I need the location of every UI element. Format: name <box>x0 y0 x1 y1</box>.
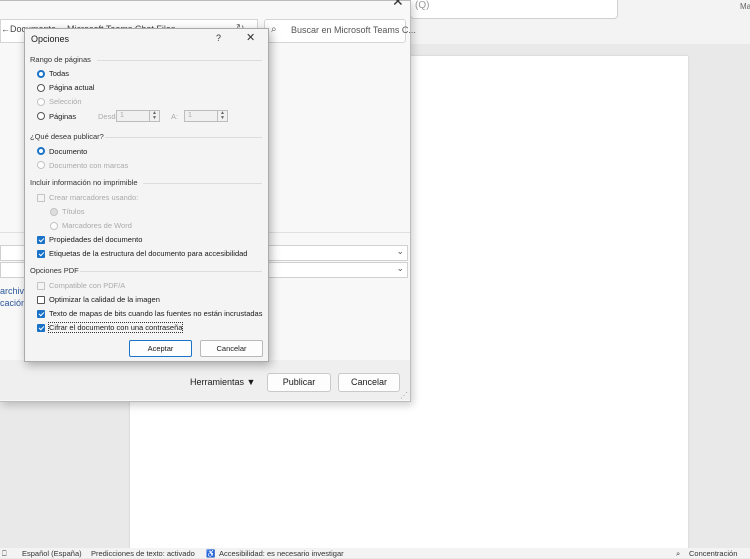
status-focus[interactable]: Concentración <box>689 549 737 558</box>
chevron-down-icon: ⌄ <box>396 263 404 273</box>
word-search-box[interactable]: (Q) <box>410 0 618 19</box>
accessibility-icon: ♿ <box>206 549 216 558</box>
label-optimize-images: Optimizar la calidad de la imagen <box>49 295 160 304</box>
options-dialog: Opciones ? ✕ Rango de páginas Todas Pági… <box>24 28 269 362</box>
checkbox-pdfa[interactable] <box>37 282 45 290</box>
radio-current-page[interactable] <box>37 84 45 92</box>
to-page-stepper[interactable]: 1 ▲ ▼ <box>184 110 228 122</box>
chevron-left-icon: ← <box>1 24 10 34</box>
radio-selection[interactable] <box>37 98 45 106</box>
checkbox-bitmap-text[interactable] <box>37 310 45 318</box>
close-icon[interactable]: ✕ <box>246 31 255 44</box>
side-link-2[interactable]: cación <box>0 298 26 308</box>
radio-document-markup[interactable] <box>37 161 45 169</box>
stepper-arrows-icon[interactable]: ▲ ▼ <box>217 111 227 121</box>
dialog-title: Opciones <box>31 34 70 44</box>
help-icon[interactable]: ? <box>216 33 221 43</box>
label-structure-tags: Etiquetas de la estructura del documento… <box>49 249 248 258</box>
publish-button[interactable]: Publicar <box>267 373 331 392</box>
status-text-predictions[interactable]: Predicciones de texto: activado <box>91 549 195 558</box>
section-page-range: Rango de páginas <box>30 55 91 64</box>
radio-headings[interactable] <box>50 208 58 216</box>
checkbox-encrypt[interactable] <box>37 324 45 332</box>
label-pages: Páginas <box>49 112 77 121</box>
label-encrypt: Cifrar el documento con una contraseña <box>47 322 184 333</box>
checkbox-optimize-images[interactable] <box>37 296 45 304</box>
label-headings: Títulos <box>62 207 85 216</box>
label-all-pages: Todas <box>49 69 70 78</box>
section-pdf-options: Opciones PDF <box>30 266 79 275</box>
close-icon[interactable]: ✕ <box>392 0 404 10</box>
tools-menu[interactable]: Herramientas ▼ <box>190 377 255 387</box>
label-doc-properties: Propiedades del documento <box>49 235 143 244</box>
divider <box>105 137 262 138</box>
status-accessibility[interactable]: Accesibilidad: es necesario investigar <box>219 549 344 558</box>
radio-word-bookmarks[interactable] <box>50 222 58 230</box>
label-to: A: <box>171 112 179 121</box>
search-icon: ⌕ <box>271 24 277 35</box>
section-publish-what: ¿Qué desea publicar? <box>30 132 104 141</box>
checkbox-structure-tags[interactable] <box>37 250 45 258</box>
label-selection: Selección <box>49 97 82 106</box>
divider <box>97 60 262 61</box>
checkbox-doc-properties[interactable] <box>37 236 45 244</box>
options-cancel-button[interactable]: Cancelar <box>200 340 263 357</box>
section-nonprint-info: Incluir información no imprimible <box>30 178 138 187</box>
label-document: Documento <box>49 147 88 156</box>
status-bar: ⎕ Español (España) Predicciones de texto… <box>0 548 750 558</box>
from-page-stepper[interactable]: 1 ▲ ▼ <box>116 110 160 122</box>
divider <box>143 183 262 184</box>
label-current-page: Página actual <box>49 83 95 92</box>
accept-button[interactable]: Aceptar <box>129 340 192 357</box>
label-document-markup: Documento con marcas <box>49 161 129 170</box>
label-pdfa: Compatible con PDF/A <box>49 281 126 290</box>
chevron-down-icon: ⌄ <box>396 246 404 256</box>
label-word-bookmarks: Marcadores de Word <box>62 221 132 230</box>
word-search-hint: (Q) <box>415 0 430 11</box>
radio-document[interactable] <box>37 147 45 155</box>
folder-search-placeholder: Buscar en Microsoft Teams C... <box>291 25 416 35</box>
divider <box>80 271 262 272</box>
radio-pages[interactable] <box>37 112 45 120</box>
caret-down-icon: ▼ <box>246 377 256 387</box>
side-link-1[interactable]: archiv <box>0 286 24 296</box>
folder-search-input[interactable]: ⌕ Buscar en Microsoft Teams C... <box>264 19 416 43</box>
resize-grip-icon[interactable]: ⋰ <box>400 391 408 400</box>
radio-all-pages[interactable] <box>37 70 45 78</box>
status-language[interactable]: Español (España) <box>22 549 82 558</box>
checkbox-create-bookmarks[interactable] <box>37 194 45 202</box>
word-corner-label: Ma <box>740 2 750 11</box>
label-bitmap-text: Texto de mapas de bits cuando las fuente… <box>49 309 263 318</box>
cancel-button[interactable]: Cancelar <box>338 373 400 392</box>
stepper-arrows-icon[interactable]: ▲ ▼ <box>149 111 159 121</box>
label-create-bookmarks: Crear marcadores usando: <box>49 193 139 202</box>
